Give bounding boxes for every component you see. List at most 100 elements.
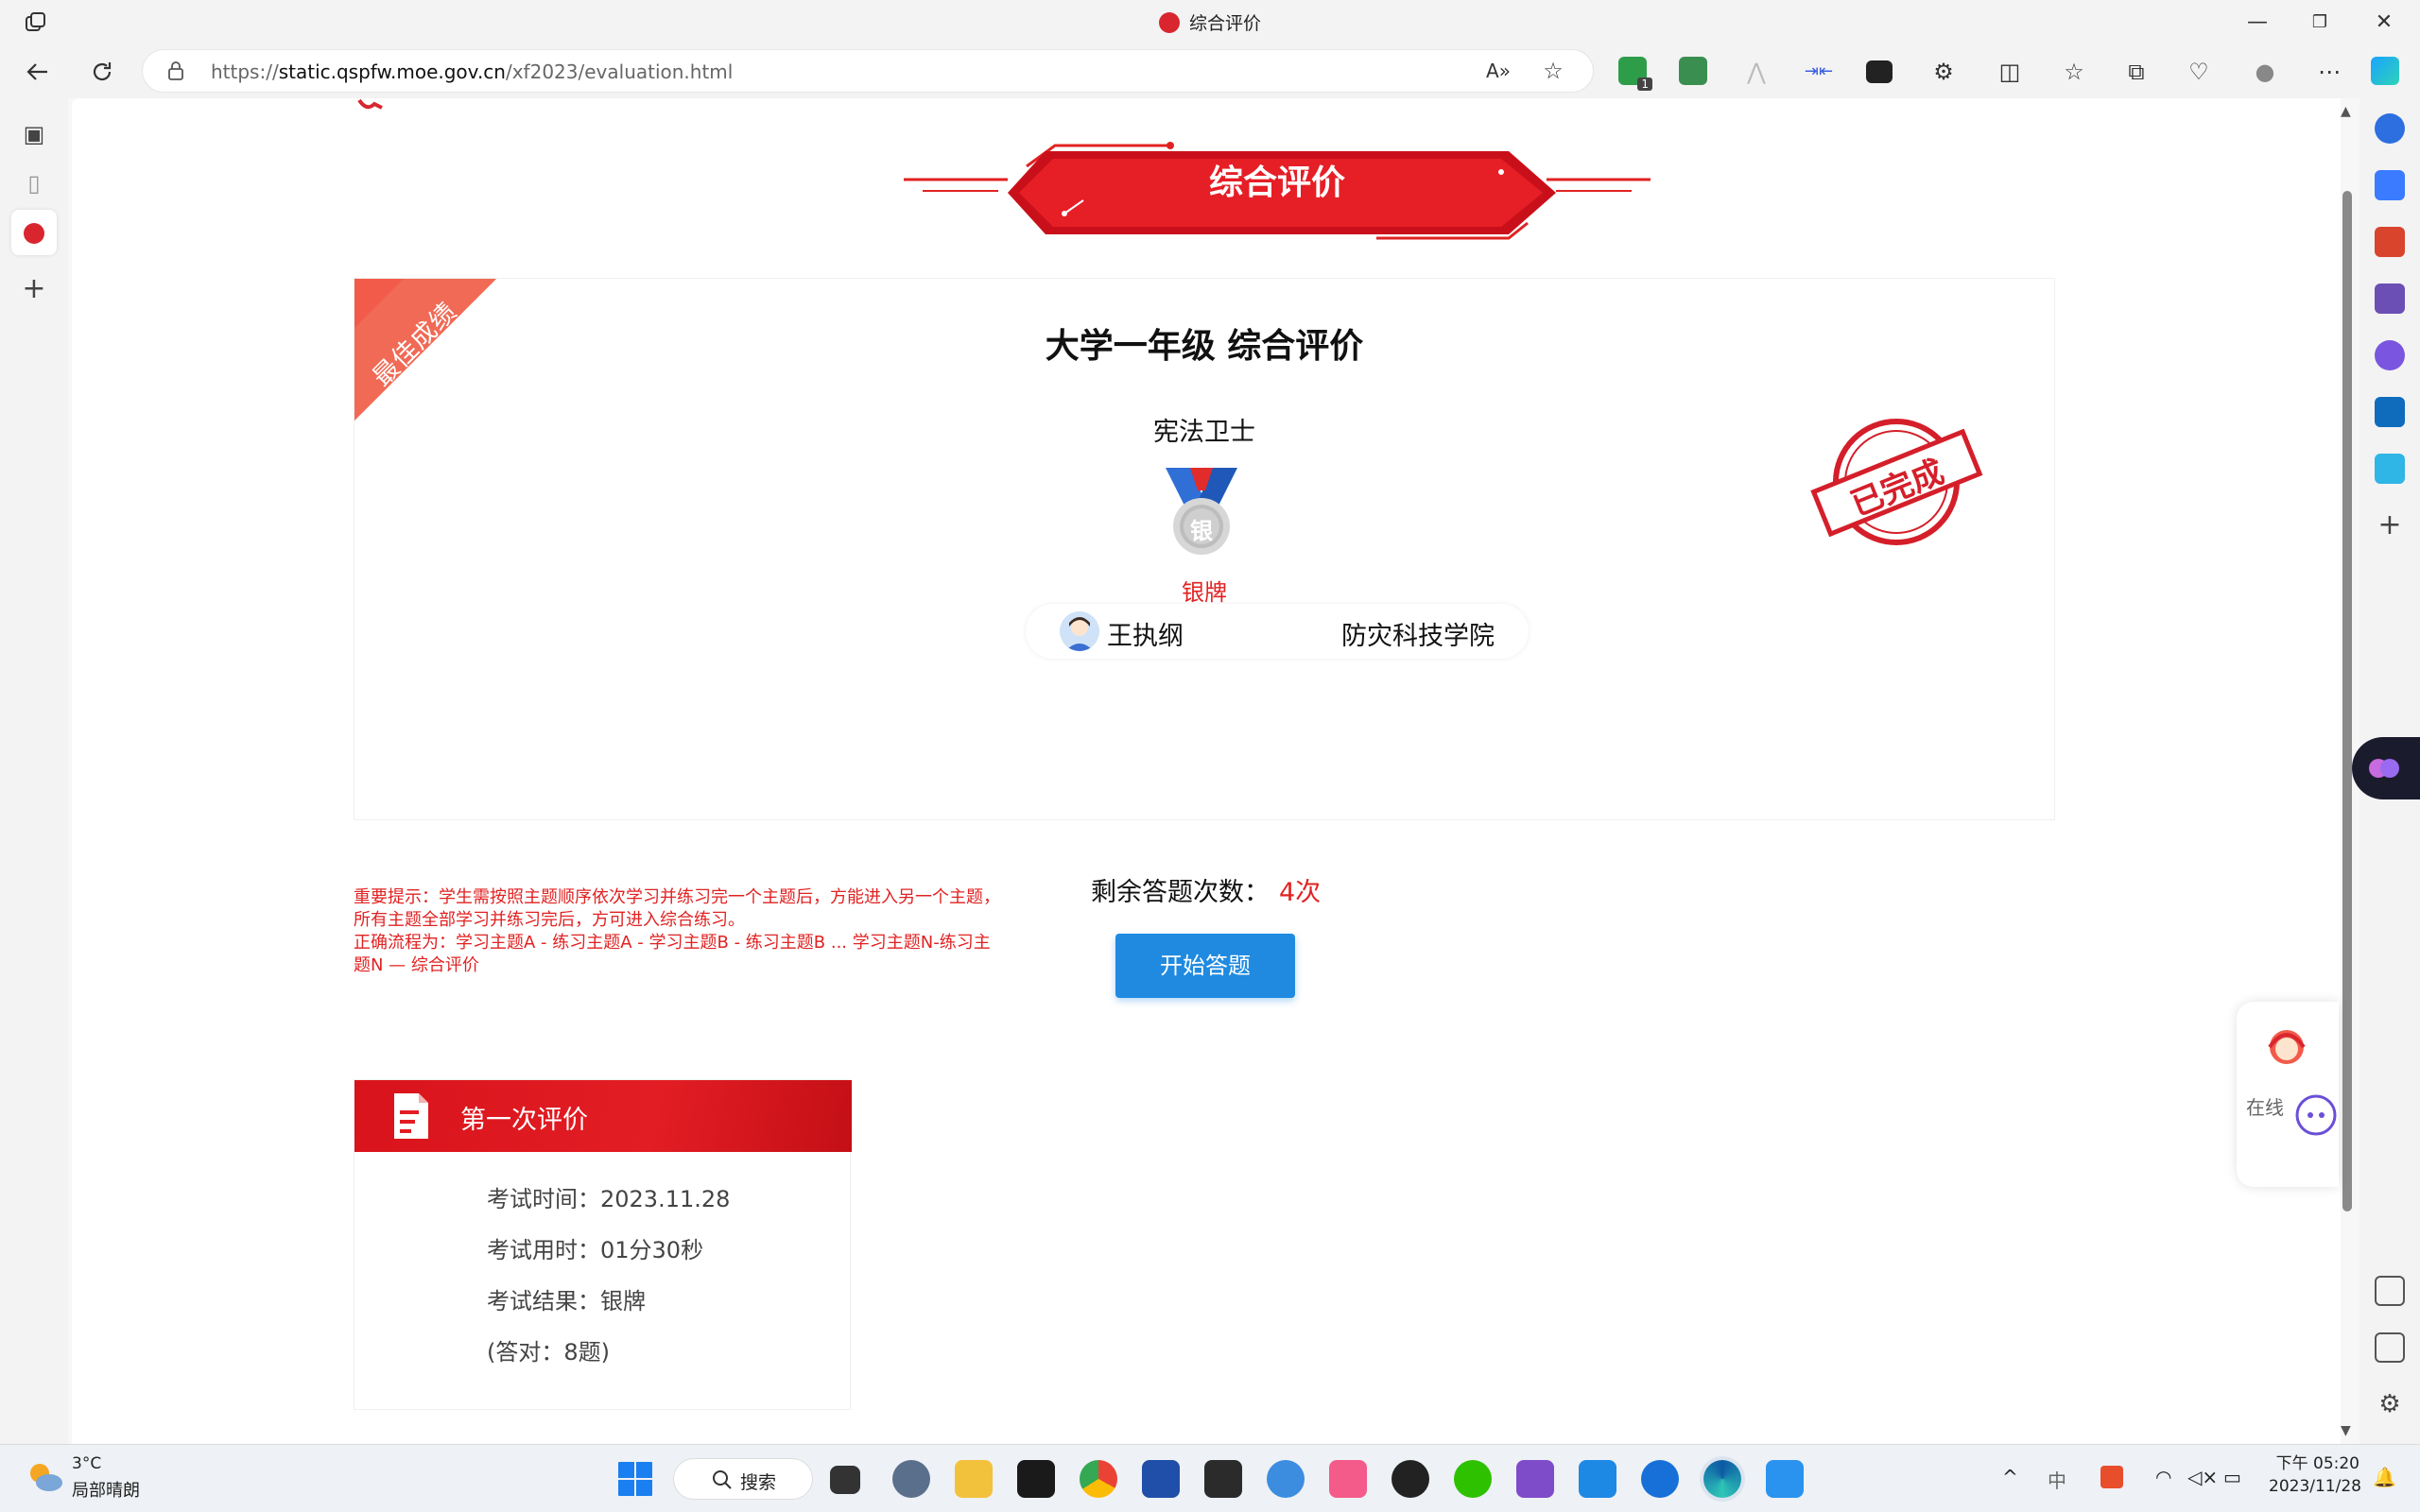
outlook-icon[interactable] [2375,397,2405,427]
game-app-icon[interactable] [1017,1460,1055,1498]
remaining-count: 4次 [1279,878,1322,907]
kugou-icon[interactable] [1641,1460,1679,1498]
read-aloud-icon[interactable]: A» [1481,54,1515,88]
games-icon[interactable] [2375,284,2405,314]
close-button[interactable]: ✕ [2356,6,2412,40]
qq-icon[interactable] [1392,1460,1429,1498]
search-label: 搜索 [740,1472,777,1493]
extensions-icon[interactable]: ⚙ [1927,55,1961,89]
tab-active-evaluation[interactable] [11,210,57,255]
copilot-icon[interactable] [2371,57,2399,85]
extension-game-icon[interactable] [1866,60,1893,83]
taskbar-clock[interactable]: 下午 05:20 2023/11/28 [2269,1452,2361,1498]
visual-studio-icon[interactable] [1516,1460,1554,1498]
site-favicon-icon [24,223,44,244]
search-icon [713,1470,732,1489]
favorites-icon[interactable]: ☆ [2057,55,2091,89]
notice-line-1: 重要提示：学生需按照主题顺序依次学习并练习完一个主题后，方能进入另一个主题，所有… [354,887,1000,930]
extension-arrows-icon[interactable]: ⇥⇤ [1802,55,1836,89]
tray-overflow-chevron-icon[interactable]: ^ [2002,1466,2018,1488]
browser-essentials-icon[interactable]: ♡ [2182,55,2216,89]
control-panel-icon[interactable] [1267,1460,1305,1498]
microsoft365-icon[interactable] [2375,340,2405,370]
extension-a-icon[interactable]: ⋀ [1739,55,1773,89]
more-menu-icon[interactable]: ⋯ [2312,55,2346,89]
customer-service-icon [2268,1030,2306,1064]
shopping-icon[interactable] [2375,170,2405,200]
sogou-ime-icon[interactable] [2100,1466,2123,1488]
exam-correct-count: (答对：8题) [487,1339,610,1366]
add-sidebar-app-icon[interactable]: + [2375,510,2405,541]
wechat-icon[interactable] [1454,1460,1492,1498]
restore-button[interactable]: ❐ [2291,6,2348,40]
remaining-label: 剩余答题次数： [1091,878,1270,907]
settings-gear-icon[interactable]: ⚙ [2375,1389,2405,1419]
battery-icon[interactable]: ▭ [2223,1466,2241,1488]
card-title: 大学一年级 综合评价 [1045,327,1364,366]
bilibili-icon[interactable] [1329,1460,1367,1498]
site-favicon-icon [1158,12,1180,33]
minimize-button[interactable]: — [2229,6,2286,40]
back-arrow-icon [26,63,47,80]
refresh-button[interactable] [85,55,119,89]
screenshot-icon[interactable] [2375,1276,2405,1306]
record-header: 第一次评价 [354,1080,852,1152]
online-service-widget[interactable]: 在线 [2237,1002,2339,1187]
brain-icon [2369,759,2399,778]
start-answer-button[interactable]: 开始答题 [1115,934,1295,998]
ime-indicator[interactable]: 中 [2048,1466,2066,1493]
partly-sunny-icon [30,1464,62,1491]
lock-icon[interactable] [167,61,184,80]
remaining-attempts: 剩余答题次数： 4次 [1091,871,1321,908]
microsoft-store-icon[interactable] [1142,1460,1180,1498]
clock-date: 2023/11/28 [2269,1477,2361,1496]
user-info-bar: 王执纲 防灾科技学院 [1026,604,1529,659]
file-explorer-icon[interactable] [955,1460,993,1498]
important-notice: 重要提示：学生需按照主题顺序依次学习并练习完一个主题后，方能进入另一个主题，所有… [354,886,1006,977]
profile-icon[interactable]: ● [2248,55,2282,89]
banner-title: 综合评价 [1208,163,1345,202]
terminal-icon[interactable] [1204,1460,1242,1498]
service-label: 在线 [2246,1096,2284,1119]
chat-bot-icon[interactable] [2295,1094,2337,1136]
scroll-up-arrow-icon[interactable]: ▲ [2341,104,2351,119]
floating-copilot-button[interactable] [2352,737,2420,799]
exam-time: 考试时间：2023.11.28 [487,1186,731,1212]
chrome-icon[interactable] [1080,1460,1117,1498]
extension-download-icon[interactable] [1679,57,1707,85]
evaluation-record-card: 第一次评价 考试时间：2023.11.28 考试用时：01分30秒 考试结果：银… [354,1079,852,1410]
back-button[interactable] [21,55,55,89]
speaker-muted-icon[interactable]: ◁× [2187,1466,2218,1488]
user-name: 王执纲 [1107,622,1184,651]
search-icon[interactable] [2375,113,2405,144]
taskbar-search[interactable]: 搜索 [673,1458,813,1500]
task-view-icon[interactable] [830,1466,860,1494]
medal-character: 银 [1190,518,1213,544]
hide-sidebar-icon[interactable] [2375,1332,2405,1363]
scroll-thumb[interactable] [2342,191,2352,1211]
drop-icon[interactable] [2375,454,2405,484]
edge-icon[interactable] [1703,1460,1741,1498]
scroll-down-arrow-icon[interactable]: ▼ [2341,1423,2351,1438]
vertical-tabs-sidebar: ▣ ▯ + [0,98,68,1444]
notice-line-2: 正确流程为：学习主题A - 练习主题A - 学习主题B - 练习主题B ... … [354,933,991,975]
split-screen-icon[interactable]: ◫ [1993,55,2027,89]
collections-icon[interactable]: ⧉ [2119,55,2153,89]
start-menu-icon[interactable] [616,1460,654,1498]
notification-bell-icon[interactable]: 🔔 [2373,1466,2396,1488]
document-icon [394,1093,428,1139]
new-tab-icon[interactable]: + [11,266,57,312]
vscode-icon[interactable] [1579,1460,1616,1498]
feishu-icon[interactable] [1766,1460,1804,1498]
address-bar[interactable]: https://static.qspfw.moe.gov.cn/xf2023/e… [142,49,1594,93]
url-text[interactable]: https://static.qspfw.moe.gov.cn/xf2023/e… [211,60,733,83]
tab-blank-page-icon[interactable]: ▯ [11,161,57,206]
extension-badge: 1 [1637,77,1652,91]
extension-shield-icon[interactable]: 1 [1618,57,1652,91]
tools-icon[interactable] [2375,227,2405,257]
wifi-icon[interactable]: ◠ [2155,1466,2171,1488]
favorite-star-icon[interactable]: ☆ [1536,54,1570,88]
page-viewport: 综合评价 最佳成绩 大学一年级 综合评价 宪法卫士 银 银牌 王执纲 防灾科技学… [72,98,2341,1444]
tab-actions-icon[interactable]: ▣ [11,112,57,157]
settings-app-icon[interactable] [892,1460,930,1498]
